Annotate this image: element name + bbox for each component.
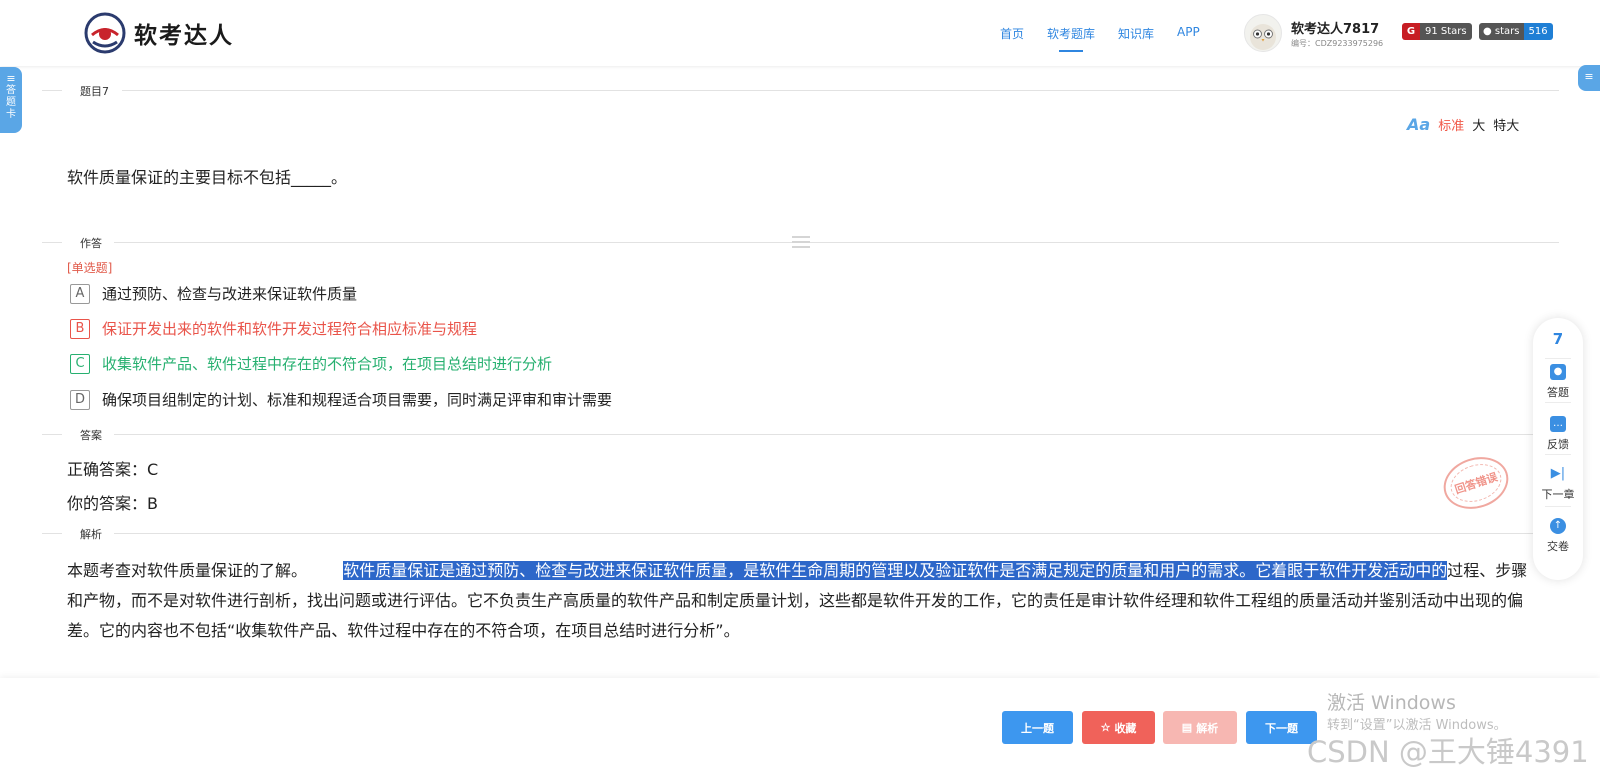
nav-app[interactable]: APP [1177, 25, 1200, 42]
current-question-number[interactable]: 7 [1533, 330, 1583, 348]
answer-section-label: 作答 [76, 235, 106, 251]
answer-icon: ● [1550, 364, 1566, 380]
font-size-switcher: Aa 标准 大 特大 [1407, 115, 1527, 134]
question-section-divider: 题目7 [42, 83, 1559, 99]
csdn-watermark: CSDN @王大锤4391 [1307, 735, 1589, 769]
gitee-stars-text: 91 Stars [1420, 23, 1472, 40]
github-stars-badge[interactable]: ● stars 516 [1479, 23, 1553, 40]
analysis-intro: 本题考查对软件质量保证的了解。 [67, 561, 308, 580]
option-letter: C [70, 353, 90, 374]
font-size-standard[interactable]: 标准 [1438, 115, 1464, 134]
answer-card-char-3: 卡 [6, 109, 16, 120]
option-letter: A [70, 283, 90, 304]
submit-icon: ↑ [1550, 518, 1566, 534]
gitee-stars-badge[interactable]: G 91 Stars [1402, 23, 1472, 40]
option-b[interactable]: B 保证开发出来的软件和软件开发过程符合相应标准与规程 [70, 318, 477, 339]
favorite-button[interactable]: ☆ 收藏 [1082, 711, 1155, 744]
answer-button[interactable]: ● 答题 [1533, 364, 1583, 400]
correct-answer: 正确答案：C [67, 460, 159, 479]
github-icon: ● [1483, 26, 1492, 37]
option-letter: D [70, 389, 90, 410]
answer-card-tab[interactable]: ≡ 答 题 卡 [0, 67, 22, 133]
option-letter: B [70, 318, 90, 339]
option-text: 确保项目组制定的计划、标准和规程适合项目需要，同时满足评审和审计需要 [102, 391, 613, 409]
github-stars-label-text: stars [1494, 26, 1520, 37]
question-section-label: 题目7 [76, 83, 113, 99]
option-d[interactable]: D 确保项目组制定的计划、标准和规程适合项目需要，同时满足评审和审计需要 [70, 389, 612, 410]
option-text: 通过预防、检查与改进来保证软件质量 [102, 285, 358, 303]
github-stars-count: 516 [1523, 23, 1553, 40]
analysis-selected-text: 软件质量保证是通过预防、检查与改进来保证软件质量，是软件生命周期的管理以及验证软… [343, 561, 1448, 580]
analysis-section-label: 解析 [76, 526, 106, 542]
prev-question-button[interactable]: 上一题 [1002, 711, 1073, 744]
font-size-large[interactable]: 大 [1472, 115, 1485, 134]
option-text: 保证开发出来的软件和软件开发过程符合相应标准与规程 [102, 320, 478, 338]
next-chapter-button[interactable]: ▶| 下一章 [1533, 466, 1583, 502]
option-a[interactable]: A 通过预防、检查与改进来保证软件质量 [70, 283, 357, 304]
feedback-icon: … [1550, 416, 1566, 432]
analysis-section-divider: 解析 [42, 526, 1559, 542]
gitee-icon: G [1402, 23, 1420, 40]
right-menu-tab[interactable]: ≡ [1578, 65, 1600, 91]
submit-button[interactable]: ↑ 交卷 [1533, 518, 1583, 554]
logo-mark-icon [84, 12, 126, 54]
star-icon: ☆ [1100, 722, 1111, 734]
wrong-answer-stamp: 回答错误 [1436, 449, 1516, 517]
github-stars-label: ● stars [1479, 23, 1524, 40]
main-nav: 首页 软考题库 知识库 APP [1000, 25, 1223, 52]
drag-handle-icon[interactable] [792, 236, 810, 248]
option-text: 收集软件产品、软件过程中存在的不符合项，在项目总结时进行分析 [102, 355, 553, 373]
analysis-button[interactable]: ▤ 解析 [1163, 711, 1237, 744]
answer-card-char-1: 答 [6, 85, 16, 96]
nav-knowledge-base[interactable]: 知识库 [1118, 25, 1154, 42]
owl-avatar-icon [1250, 24, 1276, 50]
avatar[interactable] [1244, 14, 1282, 52]
result-section-divider: 答案 [42, 427, 1559, 443]
question-text: 软件质量保证的主要目标不包括_____。 [67, 168, 348, 187]
analysis-text: 本题考查对软件质量保证的了解。 软件质量保证是通过预防、检查与改进来保证软件质量… [67, 556, 1532, 646]
option-c[interactable]: C 收集软件产品、软件过程中存在的不符合项，在项目总结时进行分析 [70, 353, 552, 374]
top-header: 软考达人 首页 软考题库 知识库 APP 软考达人7817 编号：CDZ9233… [0, 0, 1600, 66]
answer-card-char-2: 题 [6, 97, 16, 108]
nav-question-bank[interactable]: 软考题库 [1047, 25, 1095, 52]
windows-activate-title: 激活 Windows [1327, 692, 1456, 714]
user-id: 编号：CDZ9233975296 [1291, 39, 1384, 48]
result-section-label: 答案 [76, 427, 106, 443]
font-size-xlarge[interactable]: 特大 [1493, 115, 1519, 134]
document-icon: ▤ [1181, 722, 1193, 734]
user-name[interactable]: 软考达人7817 [1291, 18, 1379, 37]
feedback-button[interactable]: … 反馈 [1533, 416, 1583, 452]
next-chapter-icon: ▶| [1550, 466, 1566, 481]
site-logo[interactable]: 软考达人 [84, 12, 234, 54]
floating-toolbar: 7 ● 答题 … 反馈 ▶| 下一章 ↑ 交卷 [1533, 318, 1583, 580]
your-answer: 你的答案：B [67, 494, 158, 513]
font-size-icon: Aa [1407, 115, 1431, 134]
menu-icon: ≡ [6, 72, 16, 85]
menu-icon: ≡ [1584, 70, 1594, 83]
question-type: [单选题] [67, 261, 113, 275]
logo-text: 软考达人 [134, 23, 234, 49]
nav-home[interactable]: 首页 [1000, 25, 1024, 42]
